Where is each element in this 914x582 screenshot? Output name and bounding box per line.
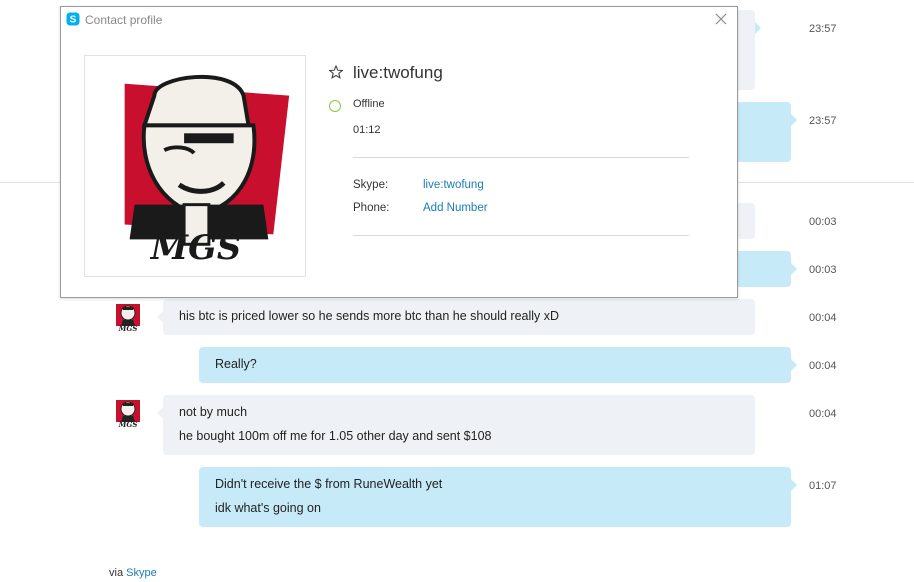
message-time: 00:04: [809, 360, 837, 372]
message-text: Really?: [215, 357, 257, 371]
dialog-title: Contact profile: [85, 13, 163, 27]
add-number-link[interactable]: Add Number: [423, 202, 488, 214]
favorite-star-icon[interactable]: [329, 65, 343, 79]
avatar-logo-text: MGS: [118, 324, 138, 332]
local-time: 01:12: [353, 124, 381, 136]
contact-photo: MGS: [84, 55, 306, 277]
message-bubble: not by much he bought 100m off me for 1.…: [157, 395, 755, 455]
phone-field-label: Phone:: [353, 202, 390, 214]
message-time: 01:07: [809, 480, 837, 492]
presence-status-icon: [329, 100, 341, 112]
contact-profile-dialog: S Contact profile MGS live:twofung Offli…: [60, 6, 738, 298]
photo-logo-text: MGS: [150, 227, 241, 267]
divider: [353, 157, 689, 158]
via-footer: via Skype: [109, 567, 157, 579]
message-text: he bought 100m off me for 1.05 other day…: [179, 429, 492, 443]
message-text: not by much: [179, 405, 248, 419]
via-text: via: [109, 567, 124, 579]
presence-status: Offline: [353, 98, 385, 110]
message-bubble: Really?: [199, 347, 797, 383]
message-time: 00:03: [809, 264, 837, 276]
skype-field-label: Skype:: [353, 179, 389, 191]
svg-text:S: S: [70, 15, 77, 26]
avatar-logo-text: MGS: [118, 420, 138, 428]
message-time: 00:03: [809, 216, 837, 228]
message-text: Didn't receive the $ from RuneWealth yet: [215, 477, 443, 491]
contact-avatar[interactable]: MGS: [113, 398, 143, 428]
message-text: idk what's going on: [215, 501, 321, 515]
message-time: 00:04: [809, 408, 837, 420]
message-time: 00:04: [809, 312, 837, 324]
contact-name: live:twofung: [353, 63, 443, 82]
skype-logo-icon: S: [66, 12, 80, 26]
message-time: 23:57: [809, 23, 837, 35]
message-text: his btc is priced lower so he sends more…: [179, 309, 560, 323]
message-bubble: his btc is priced lower so he sends more…: [157, 299, 755, 335]
divider: [353, 235, 689, 236]
close-icon[interactable]: [713, 11, 729, 27]
contact-avatar[interactable]: MGS: [113, 302, 143, 332]
skype-id-link[interactable]: live:twofung: [423, 179, 484, 191]
message-time: 23:57: [809, 115, 837, 127]
skype-link[interactable]: Skype: [126, 567, 157, 579]
message-bubble: Didn't receive the $ from RuneWealth yet…: [199, 467, 797, 527]
